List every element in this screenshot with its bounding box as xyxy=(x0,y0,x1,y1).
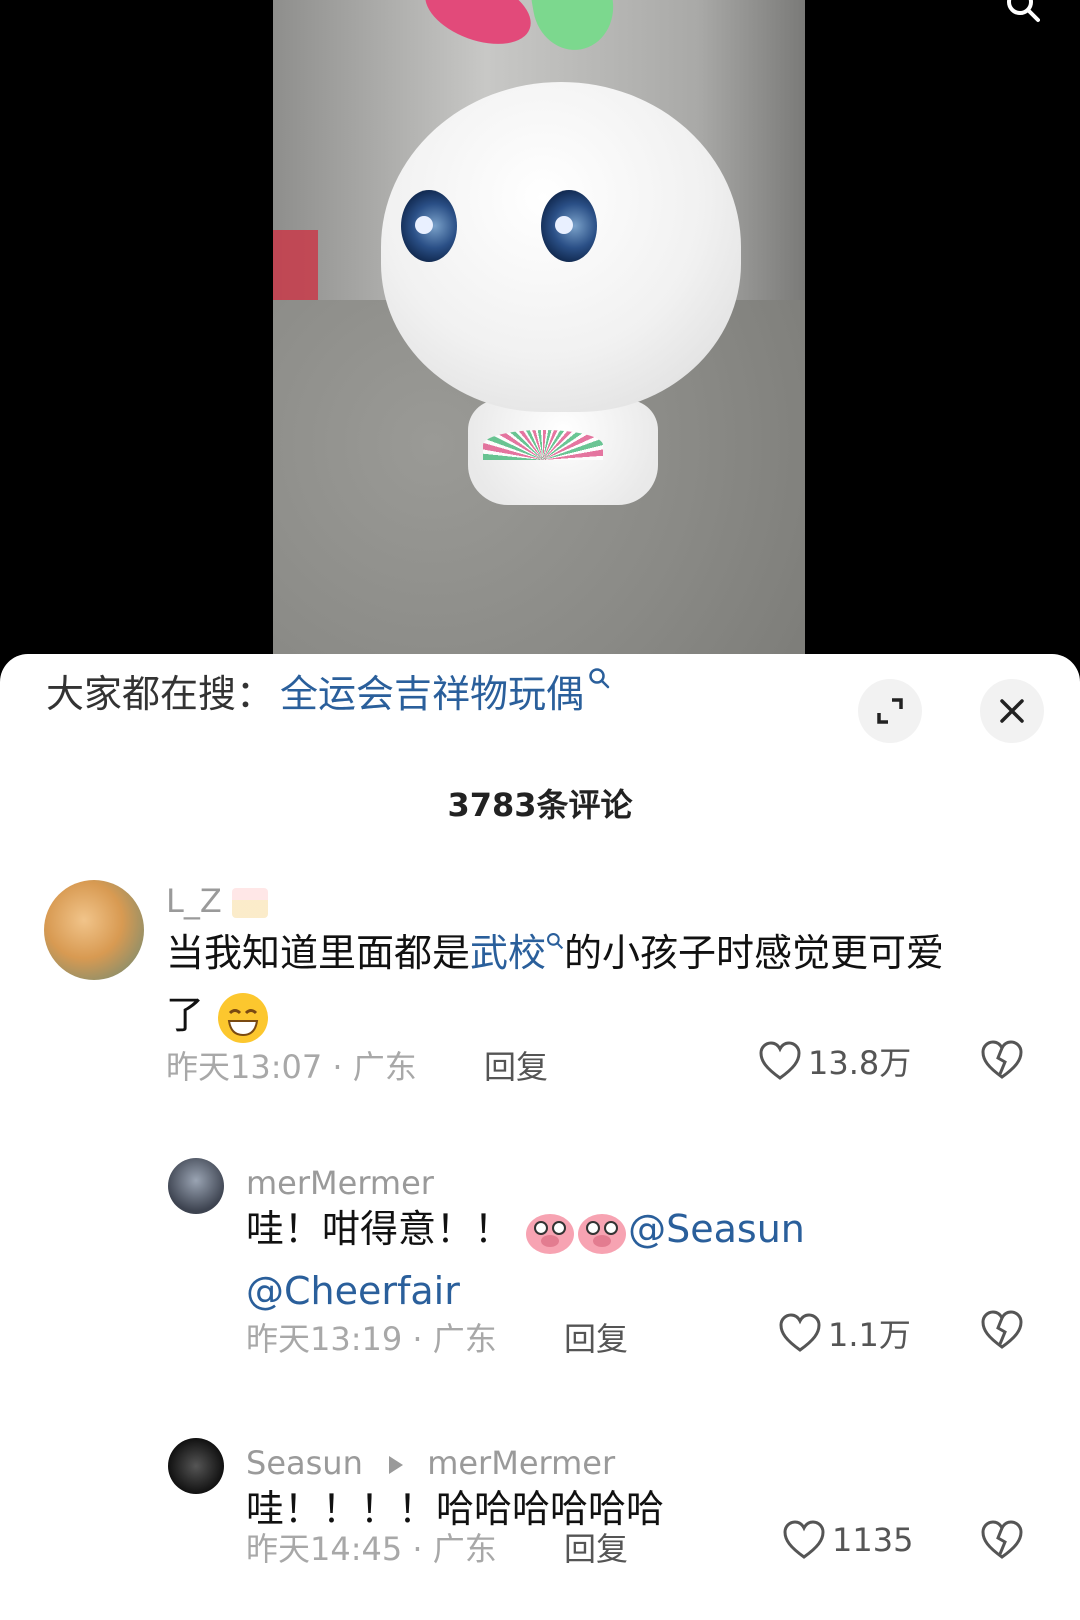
mascot-logo xyxy=(483,430,603,460)
comment-username[interactable]: merMermer xyxy=(246,1164,434,1202)
search-icon xyxy=(547,933,564,950)
pig-emoji-icon xyxy=(578,1213,627,1254)
search-icon[interactable] xyxy=(1006,0,1040,28)
video-frame-mascot[interactable] xyxy=(273,0,805,660)
pig-emoji-icon xyxy=(526,1213,575,1254)
comments-sheet: 大家都在搜： 全运会吉祥物玩偶 3783条评论 L_Z 当我知道里面都是武校 的小… xyxy=(0,654,1080,1620)
search-link[interactable]: 武校 xyxy=(470,931,546,975)
mention-link[interactable]: @Seasun xyxy=(628,1207,805,1251)
comment-meta: 昨天13:19 · 广东 xyxy=(246,1320,497,1358)
reply-arrow-icon xyxy=(389,1456,404,1474)
reply-to-username[interactable]: merMermer xyxy=(427,1444,615,1482)
broken-heart-icon[interactable] xyxy=(980,1040,1024,1080)
mascot-eye-left xyxy=(401,190,457,262)
reply-button[interactable]: 回复 xyxy=(564,1524,628,1570)
reply-button[interactable]: 回复 xyxy=(564,1314,628,1360)
like-count: 1.1万 xyxy=(828,1316,911,1354)
reply-button[interactable]: 回复 xyxy=(484,1042,548,1088)
heart-icon xyxy=(759,1041,801,1080)
like-button[interactable]: 13.8万 xyxy=(758,1038,911,1084)
comment-meta: 昨天13:07 · 广东 xyxy=(166,1048,417,1086)
broken-heart-icon[interactable] xyxy=(980,1520,1024,1560)
heart-icon xyxy=(779,1313,821,1352)
avatar[interactable] xyxy=(168,1158,224,1214)
comment-text: 当我知道里面都是武校 的小孩子时感觉更可爱 了 xyxy=(166,922,1036,1046)
comment-meta: 昨天14:45 · 广东 xyxy=(246,1530,497,1568)
broken-heart-icon[interactable] xyxy=(980,1310,1024,1350)
comment-item: L_Z 当我知道里面都是武校 的小孩子时感觉更可爱 了 昨天13:07 · 广东 … xyxy=(0,654,1080,1114)
grin-emoji-icon xyxy=(218,992,269,1043)
like-count: 1135 xyxy=(832,1521,914,1559)
cake-icon xyxy=(231,888,268,918)
comment-text: 哇！咁得意！！ @Seasun @Cheerfair xyxy=(246,1207,805,1313)
comment-username[interactable]: Seasun merMermer xyxy=(246,1444,615,1482)
heart-icon xyxy=(783,1520,825,1559)
avatar[interactable] xyxy=(44,880,144,980)
like-button[interactable]: 1135 xyxy=(782,1520,913,1560)
mascot-eye-right xyxy=(541,190,597,262)
like-button[interactable]: 1.1万 xyxy=(778,1310,911,1356)
like-count: 13.8万 xyxy=(808,1044,912,1082)
mention-link[interactable]: @Cheerfair xyxy=(246,1269,460,1313)
comment-username[interactable]: L_Z xyxy=(166,882,268,920)
avatar[interactable] xyxy=(168,1438,224,1494)
video-player[interactable] xyxy=(0,0,1080,660)
